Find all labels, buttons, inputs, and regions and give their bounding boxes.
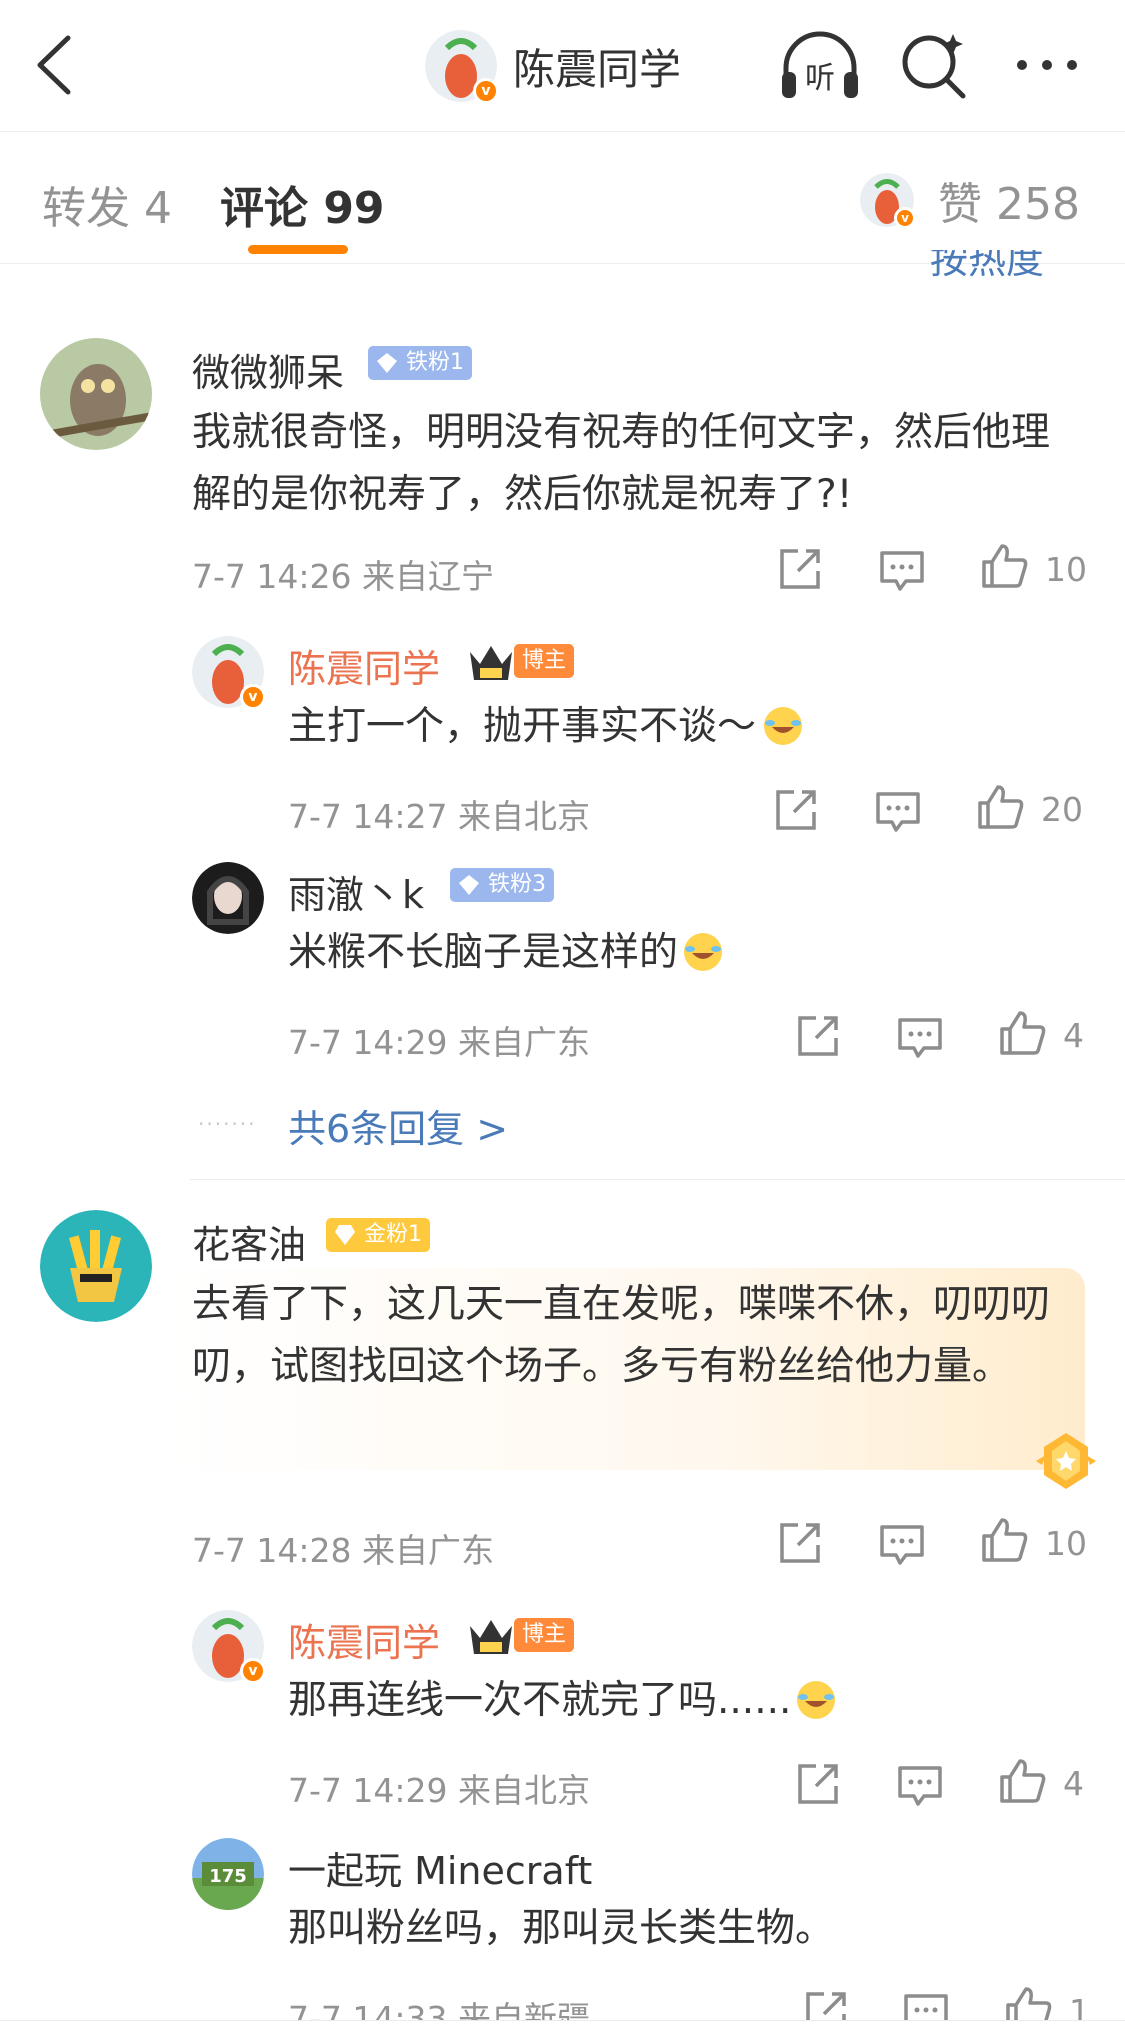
comment-meta: 7-7 14:26 来自辽宁 — [192, 557, 494, 596]
page-title: 陈震同学 — [513, 44, 682, 94]
thumb-up-icon[interactable] — [976, 783, 1024, 831]
comment-username[interactable]: 花客油 — [192, 1214, 306, 1269]
tab-reposts[interactable]: 转发 4 — [42, 172, 172, 236]
reply-text: 主打一个，抛开事实不谈～ — [288, 696, 804, 758]
thumb-up-icon[interactable] — [980, 1516, 1028, 1564]
comment-icon[interactable] — [896, 1760, 944, 1808]
reply-text-content: 那再连线一次不就完了吗...... — [288, 1678, 792, 1723]
header-avatar[interactable]: v — [425, 30, 499, 104]
thumb-up-icon[interactable] — [980, 542, 1028, 590]
comment-text: 去看了下，这几天一直在发呢，喋喋不休，叨叨叨叨，试图找回这个场子。多亏有粉丝给他… — [192, 1282, 1051, 1389]
laugh-cry-emoji-icon — [764, 707, 803, 745]
comment-icon[interactable] — [878, 1519, 926, 1567]
svg-text:听: 听 — [805, 61, 835, 96]
reply-avatar[interactable]: v — [192, 1610, 266, 1684]
fan-badge[interactable]: 铁粉3 — [450, 868, 554, 902]
avatar[interactable] — [40, 338, 152, 450]
verified-badge-icon: v — [894, 207, 917, 229]
reply-avatar[interactable]: v — [192, 636, 266, 710]
active-tab-indicator — [248, 245, 348, 254]
like-count: 10 — [1045, 550, 1087, 589]
reply-username[interactable]: 雨澈丶k — [288, 864, 424, 919]
reply-text: 那再连线一次不就完了吗...... — [288, 1670, 837, 1732]
top-nav-bar: v 陈震同学 听 — [0, 0, 1125, 132]
svg-text:175: 175 — [209, 1866, 247, 1887]
thumb-up-icon[interactable] — [998, 1009, 1046, 1057]
comment-divider — [190, 1179, 1125, 1180]
verified-badge-icon: v — [240, 1658, 266, 1684]
diamond-icon — [377, 353, 397, 373]
reply-meta: 7-7 14:29 来自广东 — [288, 1023, 590, 1062]
fan-badge[interactable]: 铁粉1 — [368, 346, 472, 380]
likes-count: 赞 258 — [938, 179, 1080, 230]
fan-badge-label: 铁粉1 — [406, 350, 464, 375]
fan-badge[interactable]: 金粉1 — [326, 1218, 430, 1252]
avatar[interactable] — [40, 1210, 152, 1322]
reply-avatar[interactable] — [192, 862, 264, 934]
gold-medal-icon — [1036, 1433, 1096, 1489]
laugh-cry-emoji-icon — [684, 933, 723, 971]
host-badge: 博主 — [514, 644, 575, 678]
crown-icon — [470, 1620, 512, 1654]
like-count: 20 — [1041, 790, 1083, 829]
tab-comments[interactable]: 评论 99 — [220, 172, 385, 236]
dots-divider: ······· — [198, 1112, 257, 1136]
search-icon[interactable] — [892, 28, 976, 102]
gem-icon — [335, 1225, 355, 1245]
diamond-icon — [459, 875, 479, 895]
tabs-bar: 转发 4 评论 99 v 赞 258 — [0, 132, 1125, 264]
like-count: 4 — [1063, 1016, 1084, 1055]
back-arrow-icon[interactable] — [30, 32, 80, 98]
verified-badge-icon: v — [473, 78, 499, 104]
share-icon[interactable] — [772, 786, 820, 834]
header-user[interactable]: v 陈震同学 — [425, 28, 681, 104]
laugh-cry-emoji-icon — [797, 1681, 836, 1719]
share-icon[interactable] — [794, 1012, 842, 1060]
comment-meta: 7-7 14:28 来自广东 — [192, 1531, 494, 1570]
reply-avatar[interactable]: 175 — [192, 1838, 264, 1910]
reply-username[interactable]: 一起玩 Minecraft — [288, 1840, 592, 1895]
tab-likes[interactable]: v 赞 258 — [860, 168, 1080, 232]
crown-icon — [470, 646, 512, 680]
verified-badge-icon: v — [240, 684, 266, 710]
reply-text: 那叫粉丝吗，那叫灵长类生物。 — [288, 1906, 835, 1951]
reply-text-content: 米糇不长脑子是这样的 — [288, 930, 679, 975]
share-icon[interactable] — [776, 1519, 824, 1567]
fan-badge-label: 金粉1 — [364, 1222, 422, 1247]
share-icon[interactable] — [776, 545, 824, 593]
reply-text-content: 主打一个，抛开事实不谈～ — [288, 704, 757, 749]
view-all-replies-link[interactable]: 共6条回复 > — [288, 1098, 508, 1153]
sort-by-hot-button[interactable]: 按热度 — [930, 250, 1090, 280]
comment-username[interactable]: 微微狮呆 — [192, 342, 344, 397]
like-count: 4 — [1063, 1764, 1084, 1803]
reply-username[interactable]: 陈震同学 — [288, 1612, 440, 1667]
comment-text: 我就很奇怪，明明没有祝寿的任何文字，然后他理解的是你祝寿了，然后你就是祝寿了?! — [192, 410, 1051, 517]
like-count: 10 — [1045, 1524, 1087, 1563]
comment-icon[interactable] — [896, 1012, 944, 1060]
headphones-icon[interactable]: 听 — [778, 28, 862, 102]
bottom-edge — [0, 2020, 1125, 2036]
more-dots-icon[interactable] — [1005, 28, 1089, 102]
reply-meta: 7-7 14:27 来自北京 — [288, 797, 590, 836]
liker-avatar: v — [860, 173, 917, 229]
host-badge: 博主 — [514, 1618, 575, 1652]
comment-icon[interactable] — [874, 786, 922, 834]
reply-text: 米糇不长脑子是这样的 — [288, 922, 724, 984]
reply-username[interactable]: 陈震同学 — [288, 638, 440, 693]
comment-icon[interactable] — [878, 545, 926, 593]
reply-meta: 7-7 14:29 来自北京 — [288, 1771, 590, 1810]
fan-badge-label: 铁粉3 — [488, 872, 546, 897]
share-icon[interactable] — [794, 1760, 842, 1808]
thumb-up-icon[interactable] — [998, 1757, 1046, 1805]
